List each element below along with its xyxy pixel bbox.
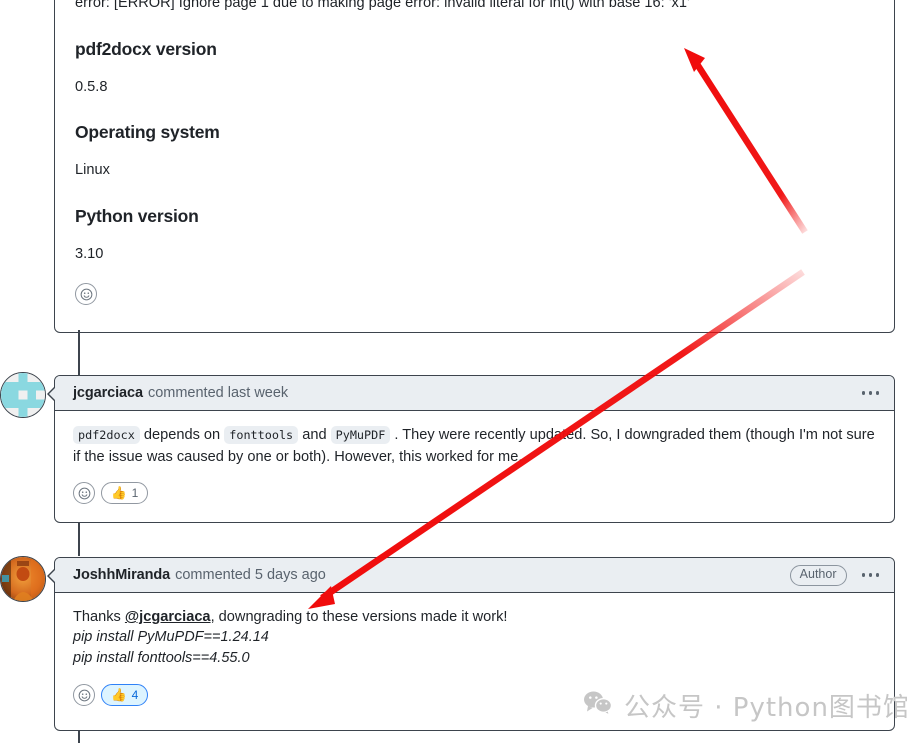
avatar[interactable] [0, 556, 46, 602]
section-value-pdf2docx-version: 0.5.8 [75, 78, 108, 95]
comment-timestamp: commented last week [147, 385, 289, 401]
comment-menu-icon[interactable] [859, 569, 883, 581]
command-line-1: pip install PyMuPDF==1.24.14 [73, 629, 269, 645]
watermark: 公众号 · Python图书馆 [583, 687, 907, 724]
comment-timestamp: commented 5 days ago [175, 567, 326, 583]
comment-body: pdf2docx depends on fonttools and PyMuPD… [55, 411, 894, 504]
comment-text: Thanks @jcgarciaca, downgrading to these… [73, 607, 878, 627]
issue-body-card: error: [ERROR] Ignore page 1 due to maki… [54, 0, 895, 333]
comment-card: jcgarciaca commented last week pdf2docx … [47, 375, 895, 523]
comment-menu-icon[interactable] [859, 387, 883, 399]
error-line: error: [ERROR] Ignore page 1 due to maki… [75, 0, 690, 11]
reaction-count: 1 [131, 486, 139, 500]
photo-avatar-icon [1, 557, 45, 601]
reaction-count: 4 [131, 688, 139, 702]
section-value-python-version: 3.10 [75, 245, 104, 262]
add-reaction-icon[interactable] [73, 482, 95, 504]
wechat-icon [583, 690, 613, 722]
comment-header: JoshhMiranda commented 5 days ago Author [47, 558, 894, 593]
reaction-thumbsup-button[interactable]: 👍 4 [101, 684, 149, 706]
comment-header: jcgarciaca commented last week [47, 376, 894, 411]
watermark-text: 公众号 · Python图书馆 [624, 693, 907, 723]
text-fragment: depends on [139, 427, 225, 443]
identicon-avatar-icon [1, 373, 45, 417]
code-token: fonttools [224, 426, 299, 444]
comment-text: pdf2docx depends on fonttools and PyMuPD… [73, 425, 878, 468]
reaction-thumbsup-button[interactable]: 👍 1 [101, 482, 149, 504]
issue-thread-page: error: [ERROR] Ignore page 1 due to maki… [0, 0, 907, 743]
text-fragment: Thanks [73, 609, 125, 625]
section-heading-operating-system: Operating system [75, 122, 220, 142]
text-fragment: , downgrading to these versions made it … [210, 609, 508, 625]
comment-author-name[interactable]: jcgarciaca [73, 385, 143, 401]
author-badge: Author [789, 564, 847, 586]
issue-reactions [75, 283, 878, 305]
comment-reactions: 👍 1 [73, 482, 878, 504]
timeline-rail [78, 730, 80, 743]
code-token: pdf2docx [73, 426, 140, 444]
add-reaction-icon[interactable] [75, 283, 97, 305]
user-mention-link[interactable]: @jcgarciaca [125, 609, 211, 625]
text-fragment: and [298, 427, 331, 443]
comment-author-name[interactable]: JoshhMiranda [73, 567, 170, 583]
avatar[interactable] [0, 372, 46, 418]
section-heading-python-version: Python version [75, 205, 199, 226]
thumbs-up-icon: 👍 [111, 485, 127, 500]
timeline-rail [78, 520, 80, 556]
code-token: PyMuPDF [330, 426, 391, 444]
section-value-operating-system: Linux [75, 162, 110, 178]
section-heading-pdf2docx-version: pdf2docx version [75, 38, 217, 59]
command-line-2: pip install fonttools==4.55.0 [73, 650, 250, 666]
thumbs-up-icon: 👍 [111, 687, 127, 702]
timeline-rail [78, 330, 80, 378]
add-reaction-icon[interactable] [73, 684, 95, 706]
